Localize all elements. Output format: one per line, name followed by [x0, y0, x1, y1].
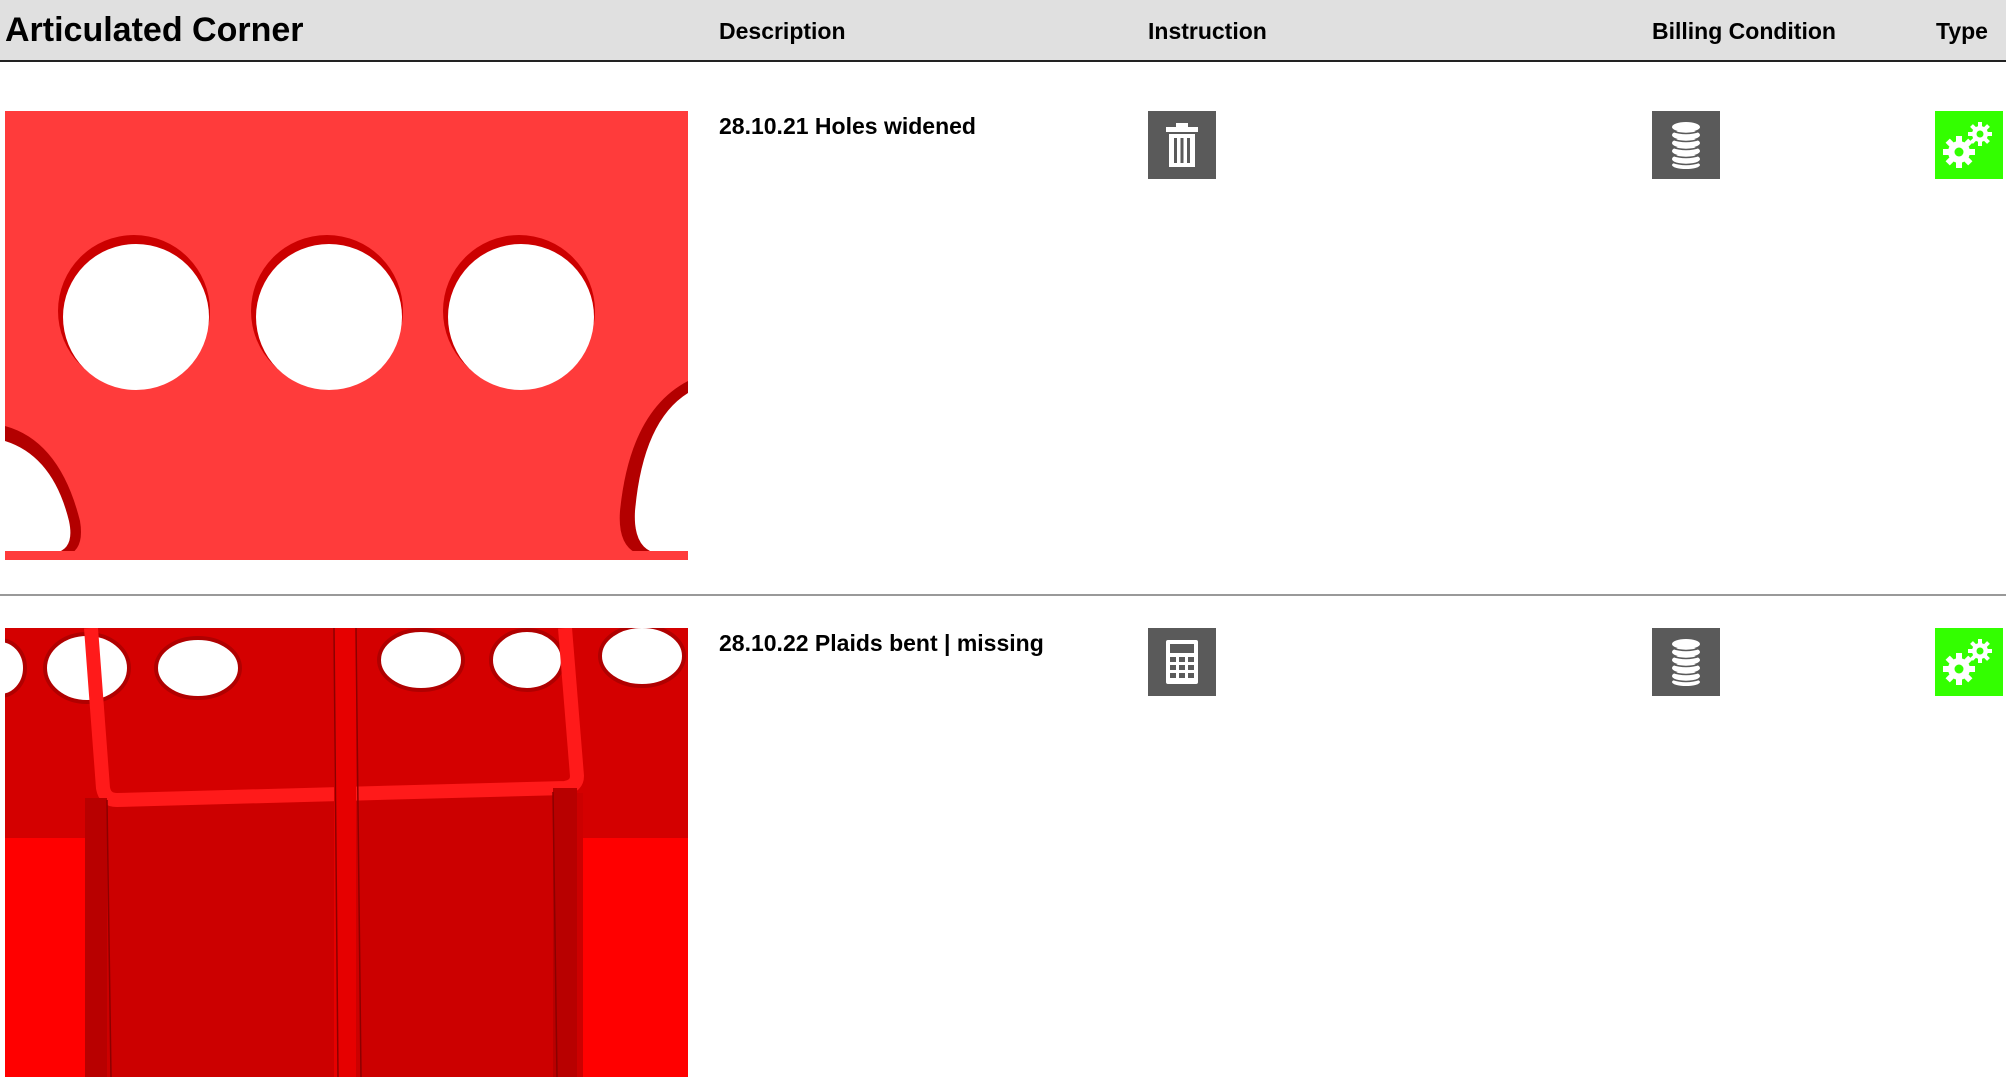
- type-cell[interactable]: [1935, 628, 2003, 696]
- row-description: 28.10.22 Plaids bent | missing: [719, 630, 1044, 656]
- instruction-cell[interactable]: [1148, 111, 1216, 179]
- red-bent-plaids-photo: [5, 628, 688, 1077]
- coin-stack-icon: [1671, 639, 1701, 686]
- coin-stack-icon: [1671, 122, 1701, 169]
- instruction-cell[interactable]: [1148, 628, 1216, 696]
- column-header-instruction: Instruction: [1148, 18, 1267, 44]
- billing-condition-cell[interactable]: [1652, 111, 1720, 179]
- row-description: 28.10.21 Holes widened: [719, 113, 976, 139]
- trash-icon: [1166, 123, 1198, 167]
- type-cell[interactable]: [1935, 111, 2003, 179]
- calculator-icon: [1166, 640, 1198, 684]
- column-header-description: Description: [719, 18, 846, 44]
- table-header: Articulated Corner Description Instructi…: [0, 0, 2006, 62]
- billing-condition-cell[interactable]: [1652, 628, 1720, 696]
- red-plate-with-holes-photo: [5, 111, 688, 560]
- gears-icon: [1943, 639, 1992, 685]
- page-title: Articulated Corner: [5, 11, 304, 49]
- gears-icon: [1943, 122, 1992, 168]
- column-header-billing-condition: Billing Condition: [1652, 18, 1836, 44]
- table-row: 28.10.22 Plaids bent | missing: [0, 596, 2006, 1077]
- table-row: 28.10.21 Holes widened: [0, 60, 2006, 596]
- column-header-type: Type: [1936, 18, 1988, 44]
